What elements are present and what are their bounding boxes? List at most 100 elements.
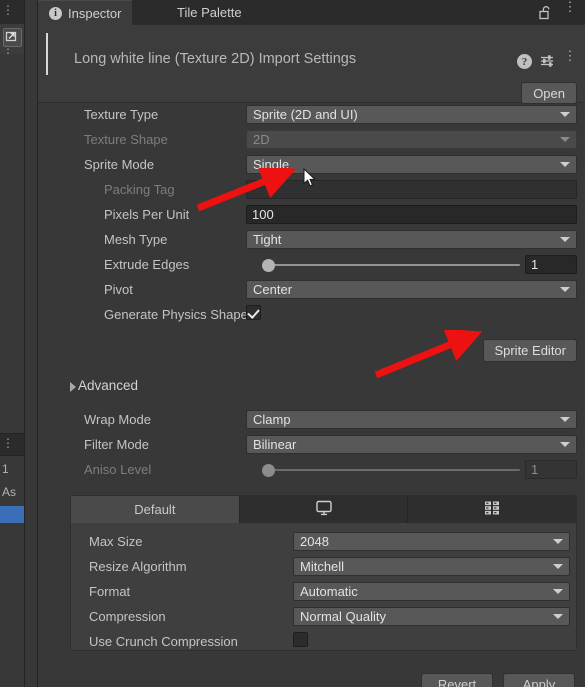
popup-texture-shape[interactable]: 2D xyxy=(246,130,577,149)
slider-track xyxy=(262,469,520,471)
control-sprite-mode: Single xyxy=(246,155,577,174)
preset-settings-icon[interactable] xyxy=(539,53,555,69)
chevron-down-icon xyxy=(560,287,570,292)
popup-max-size[interactable]: 2048 xyxy=(293,532,570,551)
left-gutter xyxy=(25,0,37,687)
label-pivot: Pivot xyxy=(104,282,133,297)
padlock-open-icon[interactable] xyxy=(538,5,552,20)
control-compression: Normal Quality xyxy=(293,607,570,626)
popup-pivot[interactable]: Center xyxy=(246,280,577,299)
property-row-generate-physics-shape: Generate Physics Shape xyxy=(38,302,585,327)
label-pixels-per-unit: Pixels Per Unit xyxy=(104,207,190,222)
inspector-window: i Inspector Tile Palette ⋮ Long white li… xyxy=(38,0,585,687)
object-header: Long white line (Texture 2D) Import Sett… xyxy=(38,25,585,104)
platform-tab-build-stack-icon[interactable] xyxy=(408,496,577,523)
tab-inspector[interactable]: i Inspector xyxy=(38,0,133,25)
popout-icon[interactable] xyxy=(3,28,22,47)
property-row-wrap-mode: Wrap Mode Clamp xyxy=(38,407,585,432)
platform-tab-default[interactable]: Default xyxy=(71,496,240,523)
property-row-pixels-per-unit: Pixels Per Unit 100 xyxy=(38,202,585,227)
popup-value-wrap-mode: Clamp xyxy=(253,412,291,427)
chevron-right-icon xyxy=(70,382,76,392)
chevron-down-icon xyxy=(553,614,563,619)
property-row-filter-mode: Filter Mode Bilinear xyxy=(38,432,585,457)
label-filter-mode: Filter Mode xyxy=(84,437,150,452)
apply-button[interactable]: Apply xyxy=(503,673,575,687)
checkbox-use-crunch-compression[interactable] xyxy=(293,632,308,647)
chevron-down-icon xyxy=(560,237,570,242)
property-row-pivot: Pivot Center xyxy=(38,277,585,302)
slider-value-extrude-edges[interactable]: 1 xyxy=(525,255,577,274)
slider-handle[interactable] xyxy=(262,259,275,272)
popup-format[interactable]: Automatic xyxy=(293,582,570,601)
checkbox-generate-physics-shape[interactable] xyxy=(246,305,261,320)
popup-texture-type[interactable]: Sprite (2D and UI) xyxy=(246,105,577,124)
control-texture-type: Sprite (2D and UI) xyxy=(246,105,577,124)
popup-value-max-size: 2048 xyxy=(300,534,329,549)
open-button[interactable]: Open xyxy=(521,82,577,104)
control-generate-physics-shape xyxy=(246,305,266,320)
platform-row-compression: Compression Normal Quality xyxy=(71,604,576,629)
label-packing-tag: Packing Tag xyxy=(104,182,175,197)
platform-tab-label-0: Default xyxy=(134,502,176,517)
property-row-texture-type: Texture Type Sprite (2D and UI) xyxy=(38,102,585,127)
tabbar-kebab-menu-icon[interactable]: ⋮ xyxy=(563,0,577,13)
project-row-assets[interactable]: As xyxy=(2,485,16,499)
label-generate-physics-shape: Generate Physics Shape xyxy=(104,307,248,322)
build-stack-glyph xyxy=(485,501,500,515)
platform-row-max-size: Max Size 2048 xyxy=(71,529,576,554)
popout-arrow-icon xyxy=(5,31,17,42)
label-use-crunch-compression: Use Crunch Compression xyxy=(89,634,238,649)
popup-sprite-mode[interactable]: Single xyxy=(246,155,577,174)
control-filter-mode: Bilinear xyxy=(246,435,577,454)
help-icon[interactable]: ? xyxy=(517,54,532,69)
popup-wrap-mode[interactable]: Clamp xyxy=(246,410,577,429)
tab-tile-palette-label: Tile Palette xyxy=(177,5,242,20)
property-row-extrude-edges: Extrude Edges 1 xyxy=(38,252,585,277)
padlock-open-glyph xyxy=(539,6,550,20)
popup-filter-mode[interactable]: Bilinear xyxy=(246,435,577,454)
platform-settings-rows: Max Size 2048 Resize Algorithm Mitchell Form… xyxy=(71,529,576,654)
popup-value-compression: Normal Quality xyxy=(300,609,386,624)
screen-root: ⋮ ⋮ ⋮ 1 As i Inspector Tile Palette ⋮ Lo… xyxy=(0,0,585,687)
chevron-down-icon xyxy=(560,417,570,422)
header-kebab-menu-icon[interactable]: ⋮ xyxy=(563,49,577,62)
input-pixels-per-unit[interactable]: 100 xyxy=(246,205,577,224)
platform-tab-monitor-icon[interactable] xyxy=(239,496,409,523)
control-format: Automatic xyxy=(293,582,570,601)
popup-compression[interactable]: Normal Quality xyxy=(293,607,570,626)
slider-extrude-edges[interactable]: 1 xyxy=(246,255,577,274)
project-row-1[interactable]: 1 xyxy=(2,462,9,476)
inspector-tabbar: i Inspector Tile Palette ⋮ xyxy=(38,0,585,25)
input-packing-tag[interactable] xyxy=(246,180,577,199)
project-row-selected[interactable] xyxy=(0,506,24,523)
control-pivot: Center xyxy=(246,280,577,299)
popup-resize-algorithm[interactable]: Mitchell xyxy=(293,557,570,576)
mouse-cursor xyxy=(303,168,317,187)
sprite-editor-button[interactable]: Sprite Editor xyxy=(483,339,577,362)
slider-aniso-level[interactable]: 1 xyxy=(246,460,577,479)
property-row-aniso-level: Aniso Level 1 xyxy=(38,457,585,482)
popup-value-resize-algorithm: Mitchell xyxy=(300,559,345,574)
control-resize-algorithm: Mitchell xyxy=(293,557,570,576)
popup-value-filter-mode: Bilinear xyxy=(253,437,297,452)
left-strip-kebab-icon-3[interactable]: ⋮ xyxy=(2,437,14,449)
control-wrap-mode: Clamp xyxy=(246,410,577,429)
info-icon: i xyxy=(49,6,62,20)
popup-value-texture-shape: 2D xyxy=(253,132,270,147)
tab-inspector-label: Inspector xyxy=(68,5,122,21)
platform-tabs: Default xyxy=(71,496,577,523)
object-accent-bar xyxy=(46,33,48,75)
tab-tile-palette[interactable]: Tile Palette xyxy=(166,0,253,25)
left-strip-kebab-icon-1[interactable]: ⋮ xyxy=(2,4,14,16)
slider-value-aniso-level[interactable]: 1 xyxy=(525,460,577,479)
advanced-foldout[interactable]: Advanced xyxy=(70,373,278,398)
platform-row-resize-algorithm: Resize Algorithm Mitchell xyxy=(71,554,576,579)
label-texture-type: Texture Type xyxy=(84,107,159,122)
control-max-size: 2048 xyxy=(293,532,570,551)
slider-handle[interactable] xyxy=(262,464,275,477)
advanced-foldout-label: Advanced xyxy=(78,378,139,393)
left-strip-body xyxy=(0,54,24,433)
popup-mesh-type[interactable]: Tight xyxy=(246,230,577,249)
revert-button[interactable]: Revert xyxy=(421,673,493,687)
